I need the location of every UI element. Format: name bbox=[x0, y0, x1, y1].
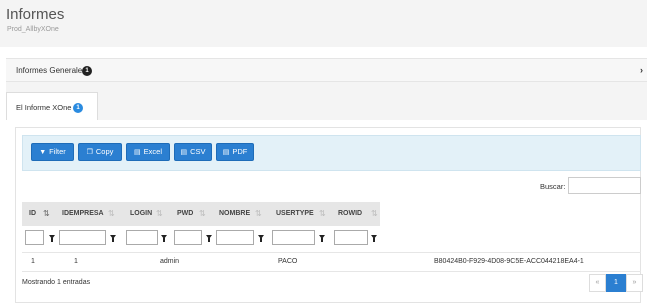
sort-asc-icon[interactable]: ⇅ bbox=[43, 209, 50, 218]
tab-count-badge: 1 bbox=[73, 103, 83, 113]
filter-input-nombre[interactable] bbox=[216, 230, 254, 245]
filter-input-id[interactable] bbox=[25, 230, 44, 245]
pagination-next[interactable]: » bbox=[626, 274, 643, 292]
funnel-icon[interactable] bbox=[319, 235, 325, 242]
page-subtitle: Prod_AllbyXOne bbox=[7, 26, 59, 33]
csv-file-icon: ▤ bbox=[180, 149, 188, 156]
filter-input-login[interactable] bbox=[126, 230, 158, 245]
excel-button[interactable]: ▤ Excel bbox=[126, 143, 170, 161]
funnel-icon[interactable] bbox=[110, 235, 116, 242]
funnel-icon[interactable] bbox=[161, 235, 167, 242]
sort-icon[interactable]: ⇅ bbox=[371, 209, 378, 218]
column-header-rowid[interactable]: ROWID bbox=[338, 210, 362, 217]
tab-el-informe-xone[interactable]: El Informe XOne 1 bbox=[6, 92, 98, 120]
filter-input-rowid[interactable] bbox=[334, 230, 368, 245]
pagination-page-1[interactable]: 1 bbox=[606, 274, 626, 292]
pdf-button[interactable]: ▤ PDF bbox=[216, 143, 254, 161]
cell-id: 1 bbox=[31, 258, 35, 265]
column-header-nombre[interactable]: NOMBRE bbox=[219, 210, 250, 217]
funnel-icon: ▼ bbox=[39, 149, 47, 156]
cell-usertype: PACO bbox=[278, 258, 298, 265]
column-header-login[interactable]: LOGIN bbox=[130, 210, 152, 217]
chevron-right-icon[interactable]: › bbox=[640, 65, 643, 75]
funnel-icon[interactable] bbox=[206, 235, 212, 242]
funnel-icon[interactable] bbox=[49, 235, 55, 242]
pdf-file-icon: ▤ bbox=[222, 149, 230, 156]
sort-icon[interactable]: ⇅ bbox=[319, 209, 326, 218]
page-header: Informes Prod_AllbyXOne bbox=[0, 0, 647, 47]
cell-login: admin bbox=[160, 258, 180, 265]
table-header: ID ⇅ IDEMPRESA ⇅ LOGIN ⇅ PWD ⇅ NOMBRE ⇅ … bbox=[22, 202, 380, 226]
pagination-prev[interactable]: « bbox=[589, 274, 606, 292]
column-header-id[interactable]: ID bbox=[29, 210, 36, 217]
sort-icon[interactable]: ⇅ bbox=[255, 209, 262, 218]
csv-button[interactable]: ▤ CSV bbox=[174, 143, 212, 161]
column-header-idempresa[interactable]: IDEMPRESA bbox=[62, 210, 104, 217]
sort-icon[interactable]: ⇅ bbox=[156, 209, 163, 218]
copy-button[interactable]: ❐ Copy bbox=[78, 143, 122, 161]
cell-rowid: B80424B0-F929-4D08-9C5E-ACC044218EA4-1 bbox=[434, 258, 584, 265]
sort-icon[interactable]: ⇅ bbox=[108, 209, 115, 218]
page-title: Informes bbox=[6, 6, 65, 23]
filter-button[interactable]: ▼ Filter bbox=[31, 143, 74, 161]
sort-icon[interactable]: ⇅ bbox=[199, 209, 206, 218]
copy-icon: ❐ bbox=[86, 149, 93, 156]
filter-input-pwd[interactable] bbox=[174, 230, 202, 245]
table-row[interactable]: 1 1 admin PACO B80424B0-F929-4D08-9C5E-A… bbox=[22, 252, 641, 272]
export-toolbar: ▼ Filter ❐ Copy ▤ Excel ▤ CSV ▤ PDF bbox=[22, 135, 641, 171]
table-info: Mostrando 1 entradas bbox=[22, 279, 91, 286]
section-count-badge: 1 bbox=[82, 66, 92, 76]
cell-idempresa: 1 bbox=[74, 258, 78, 265]
excel-file-icon: ▤ bbox=[134, 149, 141, 156]
section-label: Informes Generales bbox=[16, 66, 87, 75]
tab-label: El Informe XOne bbox=[16, 103, 72, 112]
funnel-icon[interactable] bbox=[371, 235, 377, 242]
column-header-usertype[interactable]: USERTYPE bbox=[276, 210, 314, 217]
filter-input-usertype[interactable] bbox=[272, 230, 315, 245]
funnel-icon[interactable] bbox=[258, 235, 264, 242]
search-input[interactable] bbox=[568, 177, 641, 194]
pagination: « 1 » bbox=[589, 274, 643, 292]
filter-input-idempresa[interactable] bbox=[59, 230, 106, 245]
search-label: Buscar: bbox=[540, 182, 566, 191]
column-header-pwd[interactable]: PWD bbox=[177, 210, 193, 217]
section-header-informes-generales[interactable]: Informes Generales 1 › bbox=[6, 58, 647, 82]
